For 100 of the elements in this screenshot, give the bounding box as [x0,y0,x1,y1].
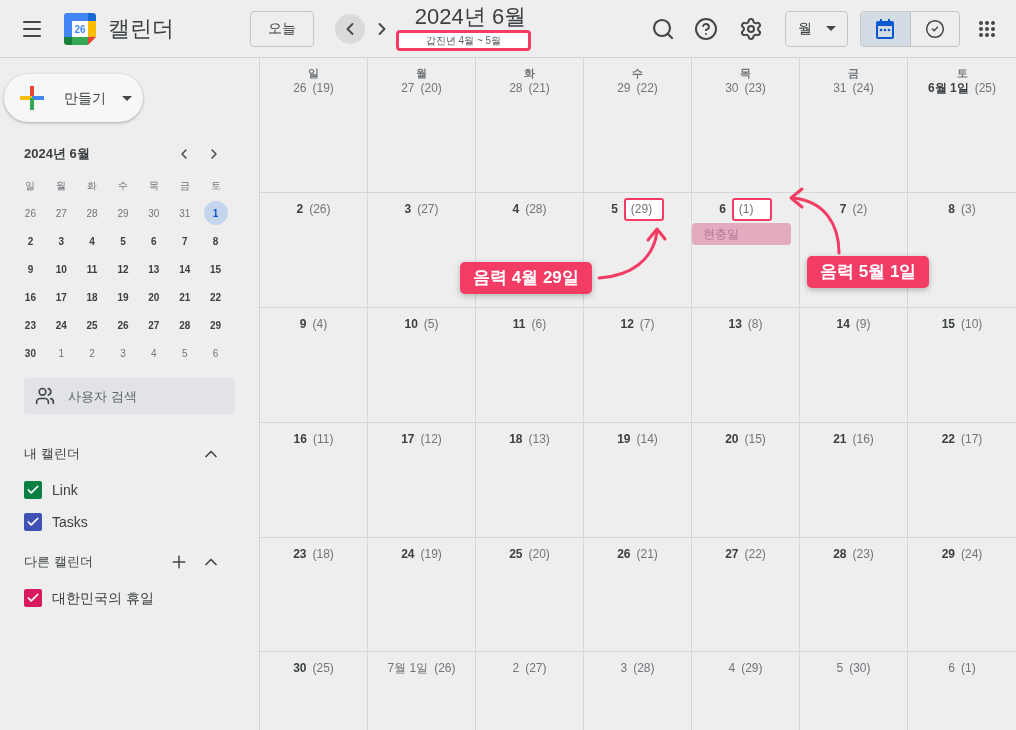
date-number: 28 [833,546,847,563]
mini-calendar-day[interactable]: 4 [141,341,166,365]
mini-calendar-day[interactable]: 19 [111,285,135,309]
view-toggle-button[interactable] [861,11,910,46]
today-button[interactable]: 오늘 [250,10,314,47]
callout-label: 음력 4월 29일 [460,262,592,294]
mini-calendar-day[interactable]: 4 [80,229,105,253]
mini-calendar-day[interactable]: 3 [111,341,135,365]
mini-calendar-day[interactable]: 26 [18,201,43,225]
mini-calendar-day[interactable]: 26 [111,313,135,337]
calendar-name: Tasks [52,512,88,532]
mini-calendar-day[interactable]: 11 [80,257,105,281]
lunar-date: (21) [636,546,658,563]
lunar-date: (1) [961,660,976,677]
checkbox[interactable] [24,481,42,499]
date-number: 4 [512,201,520,218]
mini-calendar-day[interactable]: 17 [49,285,74,309]
date-number: 13 [728,316,742,333]
lunar-date: (5) [423,316,439,333]
mini-calendar-day[interactable]: 30 [141,201,166,225]
date-number: 25 [509,546,523,563]
mini-calendar-day[interactable]: 23 [18,313,43,337]
mini-calendar-day[interactable]: 8 [203,229,228,253]
lunar-date: (17) [961,431,983,448]
checkbox[interactable] [24,513,42,531]
mini-calendar-day[interactable]: 31 [172,201,197,225]
mini-calendar-day[interactable]: 13 [141,257,166,281]
mini-calendar-day[interactable]: 9 [18,257,43,281]
mini-calendar-day[interactable]: 2 [80,341,105,365]
mini-calendar-day[interactable]: 22 [203,285,228,309]
mini-calendar-day[interactable]: 7 [172,229,197,253]
mini-calendar-day[interactable]: 14 [172,257,197,281]
mini-calendar-day[interactable]: 24 [49,313,74,337]
section-title: 다른 캘린더 [24,553,94,572]
mini-calendar-day[interactable]: 1 [49,341,74,365]
lunar-date: (22) [744,546,766,563]
search-icon [651,16,675,41]
lunar-date: (26) [309,201,331,218]
check-circle-icon [925,18,945,39]
lunar-date: (2) [852,201,868,218]
lunar-date: (14) [636,431,658,448]
people-search-field[interactable]: 사용자 검색 [24,378,235,414]
lunar-date: (19) [420,546,442,563]
weekday-label: 토 [210,178,221,193]
date-number: 20 [725,431,739,448]
lunar-date: (21) [528,80,550,97]
weekday-label: 목 [148,178,159,193]
mini-calendar-day[interactable]: 27 [141,313,166,337]
lunar-date: (26) [434,660,456,677]
help-icon [694,16,718,41]
weekday-label: 화 [87,178,98,193]
date-number: 30 [725,80,739,97]
date-number: 2 [512,660,520,677]
mini-calendar-day[interactable]: 20 [141,285,166,309]
date-number: 26 [617,546,631,563]
lunar-date: (11) [312,431,334,448]
lunar-date: (25) [312,660,334,677]
date-number: 2 [296,201,304,218]
mini-calendar-day[interactable]: 10 [49,257,74,281]
mini-calendar-day[interactable]: 5 [172,341,197,365]
date-number: 30 [293,660,307,677]
date-number: 12 [620,316,634,333]
mini-calendar-day[interactable]: 3 [49,229,74,253]
mini-calendar-day[interactable]: 12 [111,257,135,281]
view-select[interactable]: 월 [785,10,848,47]
mini-calendar-day[interactable]: 16 [18,285,43,309]
mini-calendar-day[interactable]: 18 [80,285,105,309]
curved-arrow [787,186,841,255]
mini-calendar-day[interactable]: 28 [80,201,105,225]
mini-calendar-day[interactable]: 28 [172,313,197,337]
mini-calendar-day[interactable]: 6 [141,229,166,253]
date-number: 17 [401,431,415,448]
lunar-date: (9) [855,316,871,333]
lunar-date: (13) [528,431,550,448]
mini-calendar-day[interactable]: 1 [203,201,228,225]
mini-calendar-day[interactable]: 27 [49,201,74,225]
date-number: 10 [404,316,418,333]
mini-calendar-day[interactable]: 30 [18,341,43,365]
mini-calendar-day[interactable]: 15 [203,257,228,281]
date-number: 29 [941,546,955,563]
create-button[interactable]: 만들기 [4,74,143,122]
mini-calendar-day[interactable]: 21 [172,285,197,309]
lunar-date: (30) [849,660,871,677]
date-number: 18 [509,431,523,448]
mini-calendar-day[interactable]: 25 [80,313,105,337]
mini-calendar-day[interactable]: 6 [203,341,228,365]
date-number: 7월 1일 [387,660,429,677]
checkbox[interactable] [24,589,42,607]
date-number: 24 [401,546,415,563]
date-number: 22 [941,431,955,448]
lunar-date: (28) [633,660,655,677]
mini-calendar-day[interactable]: 5 [111,229,135,253]
weekday-label: 수 [632,66,643,80]
lunar-date: (24) [961,546,983,563]
mini-calendar-day[interactable]: 29 [111,201,135,225]
previous-month-button[interactable] [335,13,365,44]
mini-calendar-day[interactable]: 29 [203,313,228,337]
lunar-date: (23) [744,80,766,97]
mini-calendar-day[interactable]: 2 [18,229,43,253]
date-number: 6 [719,201,726,218]
